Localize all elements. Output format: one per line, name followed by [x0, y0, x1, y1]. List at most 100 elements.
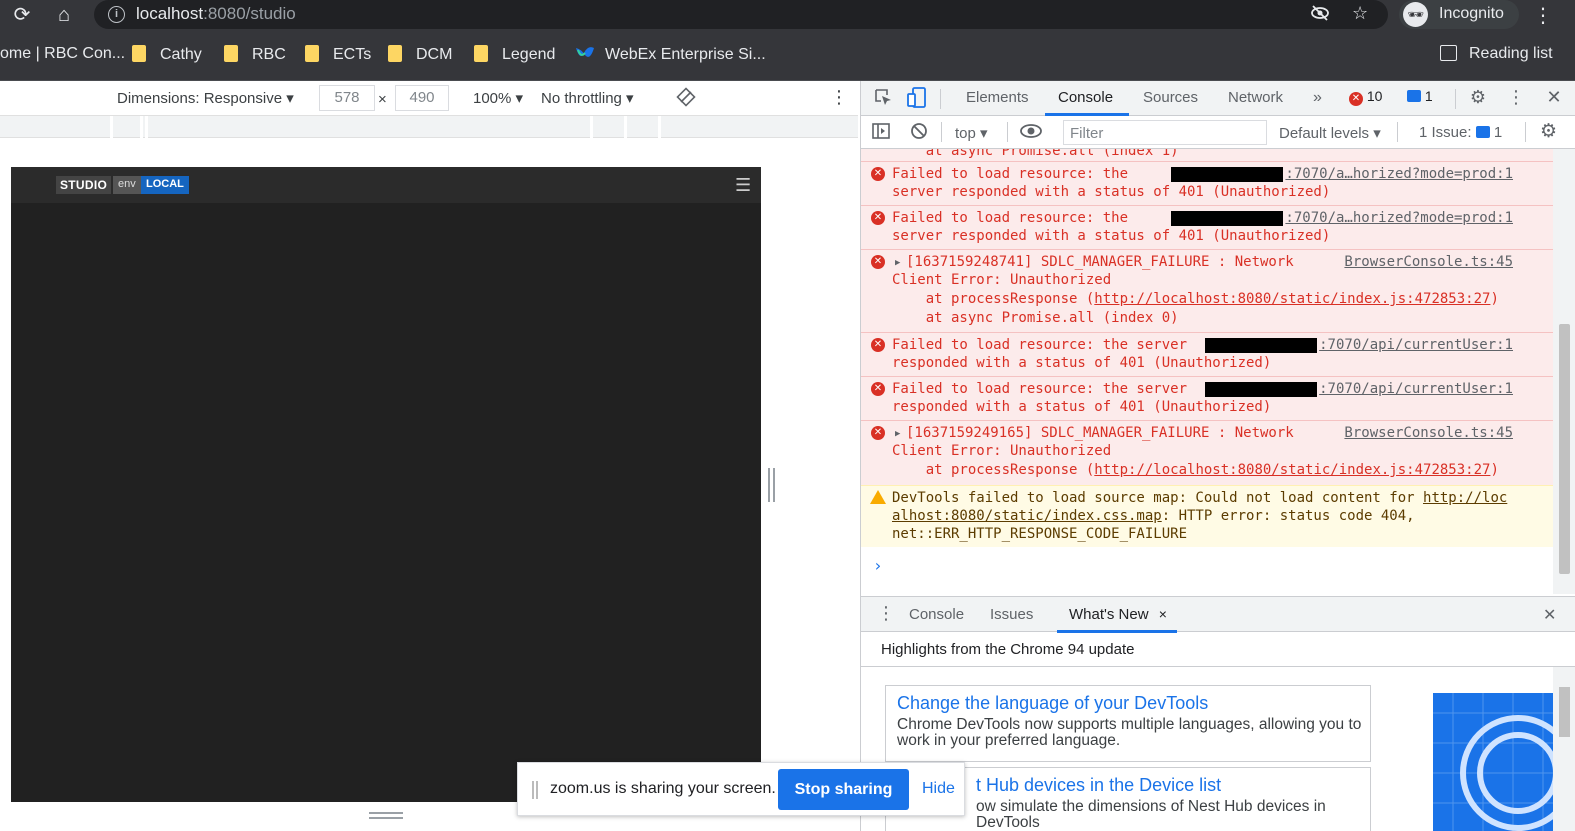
source-link[interactable]: BrowserConsole.ts:45 [1344, 424, 1513, 442]
zoom-dropdown[interactable]: 100% ▾ [473, 89, 523, 107]
rotate-icon[interactable] [676, 87, 696, 111]
gear-icon[interactable]: ⚙ [1467, 87, 1489, 108]
live-expression-eye-icon[interactable] [1019, 121, 1043, 145]
whats-new-scrollbar[interactable] [1553, 667, 1575, 831]
stack-link[interactable]: http://localhost:8080/static/index.js:47… [1094, 291, 1490, 307]
log-levels-dropdown[interactable]: Default levels ▾ [1279, 124, 1381, 142]
console-entry-text: Failed to load resource: the [892, 166, 1129, 182]
width-input[interactable]: 578 [319, 85, 375, 111]
console-entry-text: responded with a status of 401 (Unauthor… [892, 399, 1272, 415]
divider [861, 666, 1575, 667]
device-toggle-icon[interactable] [906, 87, 928, 114]
menu-icon[interactable]: ☰ [735, 175, 751, 196]
more-vert-icon[interactable]: ⋮ [1505, 87, 1527, 108]
zoom-sharing-banner: zoom.us is sharing your screen. Stop sha… [517, 762, 965, 816]
message-count-badge[interactable]: 1 [1407, 88, 1433, 108]
hide-banner-link[interactable]: Hide [922, 780, 955, 798]
url-text[interactable]: localhost:8080/studio [136, 4, 296, 24]
error-count-badge[interactable]: ✕ 10 [1349, 88, 1382, 108]
address-bar[interactable]: i localhost:8080/studio ☆ [94, 0, 1388, 29]
error-icon: ✕ [871, 426, 885, 440]
throttling-dropdown[interactable]: No throttling ▾ [541, 89, 634, 107]
card-title[interactable]: t Hub devices in the Device list [976, 775, 1221, 796]
redacted-host [1205, 382, 1317, 397]
close-tab-icon[interactable]: × [1159, 606, 1167, 622]
issues-button[interactable]: 1 Issue: 1 [1419, 124, 1502, 141]
console-scrollbar[interactable] [1553, 149, 1575, 594]
console-prompt[interactable]: › [873, 556, 883, 575]
console-entry-text: [1637159248741] SDLC_MANAGER_FAILURE : N… [906, 254, 1294, 270]
scrollbar-thumb[interactable] [1559, 687, 1570, 737]
height-input[interactable]: 490 [395, 85, 449, 111]
reading-list[interactable]: Reading list [1440, 45, 1553, 63]
redacted-host [1171, 211, 1283, 226]
info-icon[interactable]: i [108, 6, 125, 23]
sidebar-toggle-icon[interactable] [871, 121, 891, 145]
error-icon: ✕ [871, 255, 885, 269]
incognito-profile[interactable]: 🕶 Incognito [1399, 0, 1519, 29]
bookmark-item[interactable]: WebEx Enterprise Si... [575, 45, 766, 64]
source-link[interactable]: :7070/api/currentUser:1 [1319, 336, 1513, 354]
tab-sources[interactable]: Sources [1143, 89, 1198, 106]
source-link[interactable]: :7070/a…horized?mode=prod:1 [1285, 165, 1513, 183]
bookmark-item[interactable]: ome | RBC Con... [0, 45, 125, 63]
expand-triangle-icon[interactable]: ▶ [895, 429, 900, 439]
tab-network[interactable]: Network [1228, 89, 1283, 106]
tab-elements[interactable]: Elements [966, 89, 1029, 106]
more-vert-icon[interactable]: ⋮ [830, 87, 848, 108]
card-title[interactable]: Change the language of your DevTools [897, 693, 1208, 714]
console-entry-text: server responded with a status of 401 (U… [892, 228, 1331, 244]
inspect-element-icon[interactable] [872, 87, 894, 112]
reload-icon[interactable]: ⟳ [10, 3, 34, 27]
drawer-tab-whats-new[interactable]: What's New × [1069, 606, 1167, 623]
clear-console-icon[interactable] [909, 121, 929, 145]
whats-new-card[interactable]: Change the language of your DevTools Chr… [885, 685, 1371, 762]
emulated-viewport[interactable] [11, 167, 761, 802]
webex-icon [576, 47, 594, 57]
drawer-tab-issues[interactable]: Issues [990, 606, 1033, 623]
console-entry-text: [1637159249165] SDLC_MANAGER_FAILURE : N… [906, 425, 1294, 441]
bookmark-folder[interactable]: ECTs [305, 45, 371, 64]
drawer-menu-icon[interactable]: ⋮ [877, 603, 895, 624]
tab-console[interactable]: Console [1058, 89, 1113, 106]
dimensions-dropdown[interactable]: Dimensions: Responsive ▾ [117, 89, 294, 107]
source-map-link[interactable]: alhost:8080/static/index.css.map [892, 508, 1162, 524]
bookmark-folder[interactable]: Legend [474, 45, 555, 64]
star-icon[interactable]: ☆ [1352, 3, 1368, 24]
sharing-message: zoom.us is sharing your screen. [550, 780, 776, 797]
more-tabs-button[interactable]: » [1313, 89, 1322, 107]
console-entry-text: alhost:8080/static/index.css.map: HTTP e… [892, 508, 1415, 524]
console-entry-text: Client Error: Unauthorized [892, 272, 1112, 288]
eye-off-icon[interactable] [1310, 3, 1330, 28]
console-error-entry[interactable]: ✕ ▶ [1637159249165] SDLC_MANAGER_FAILURE… [861, 420, 1553, 485]
console-entry-text: Client Error: Unauthorized [892, 443, 1112, 459]
console-error-entry[interactable]: ✕ ▶ [1637159248741] SDLC_MANAGER_FAILURE… [861, 249, 1553, 332]
scrollbar-thumb[interactable] [1559, 324, 1570, 574]
viewport-resize-handle-bottom[interactable] [369, 812, 403, 820]
close-icon[interactable]: ✕ [1543, 87, 1565, 108]
console-entry-text: Failed to load resource: the server [892, 337, 1188, 353]
viewport-resize-handle-right[interactable] [768, 468, 776, 502]
device-toolbar: Dimensions: Responsive ▾ 578 × 490 100% … [0, 81, 858, 116]
console-filter-input[interactable]: Filter [1063, 120, 1267, 145]
whats-new-highlights: Highlights from the Chrome 94 update [881, 641, 1135, 658]
console-entry-text: at async Promise.all (index 0) [892, 310, 1179, 326]
drag-handle[interactable] [532, 781, 538, 799]
more-vert-icon[interactable]: ⋮ [1533, 3, 1553, 28]
home-icon[interactable]: ⌂ [52, 3, 76, 27]
console-error-entry: ✕ Failed to load resource: the :7070/a…h… [861, 161, 1553, 205]
close-drawer-icon[interactable]: ✕ [1543, 605, 1556, 625]
context-selector[interactable]: top ▾ [955, 124, 988, 142]
bookmark-folder[interactable]: Cathy [132, 45, 202, 64]
drawer-tab-console[interactable]: Console [909, 606, 964, 623]
bookmark-folder[interactable]: DCM [388, 45, 452, 64]
expand-triangle-icon[interactable]: ▶ [895, 258, 900, 268]
console-settings-gear-icon[interactable]: ⚙ [1540, 120, 1557, 143]
bookmark-folder[interactable]: RBC [224, 45, 286, 64]
source-link[interactable]: :7070/a…horized?mode=prod:1 [1285, 209, 1513, 227]
stack-link[interactable]: http://localhost:8080/static/index.js:47… [1094, 462, 1490, 478]
stop-sharing-button[interactable]: Stop sharing [778, 769, 909, 810]
source-link[interactable]: BrowserConsole.ts:45 [1344, 253, 1513, 271]
source-map-link[interactable]: http://loc [1423, 490, 1507, 506]
source-link[interactable]: :7070/api/currentUser:1 [1319, 380, 1513, 398]
